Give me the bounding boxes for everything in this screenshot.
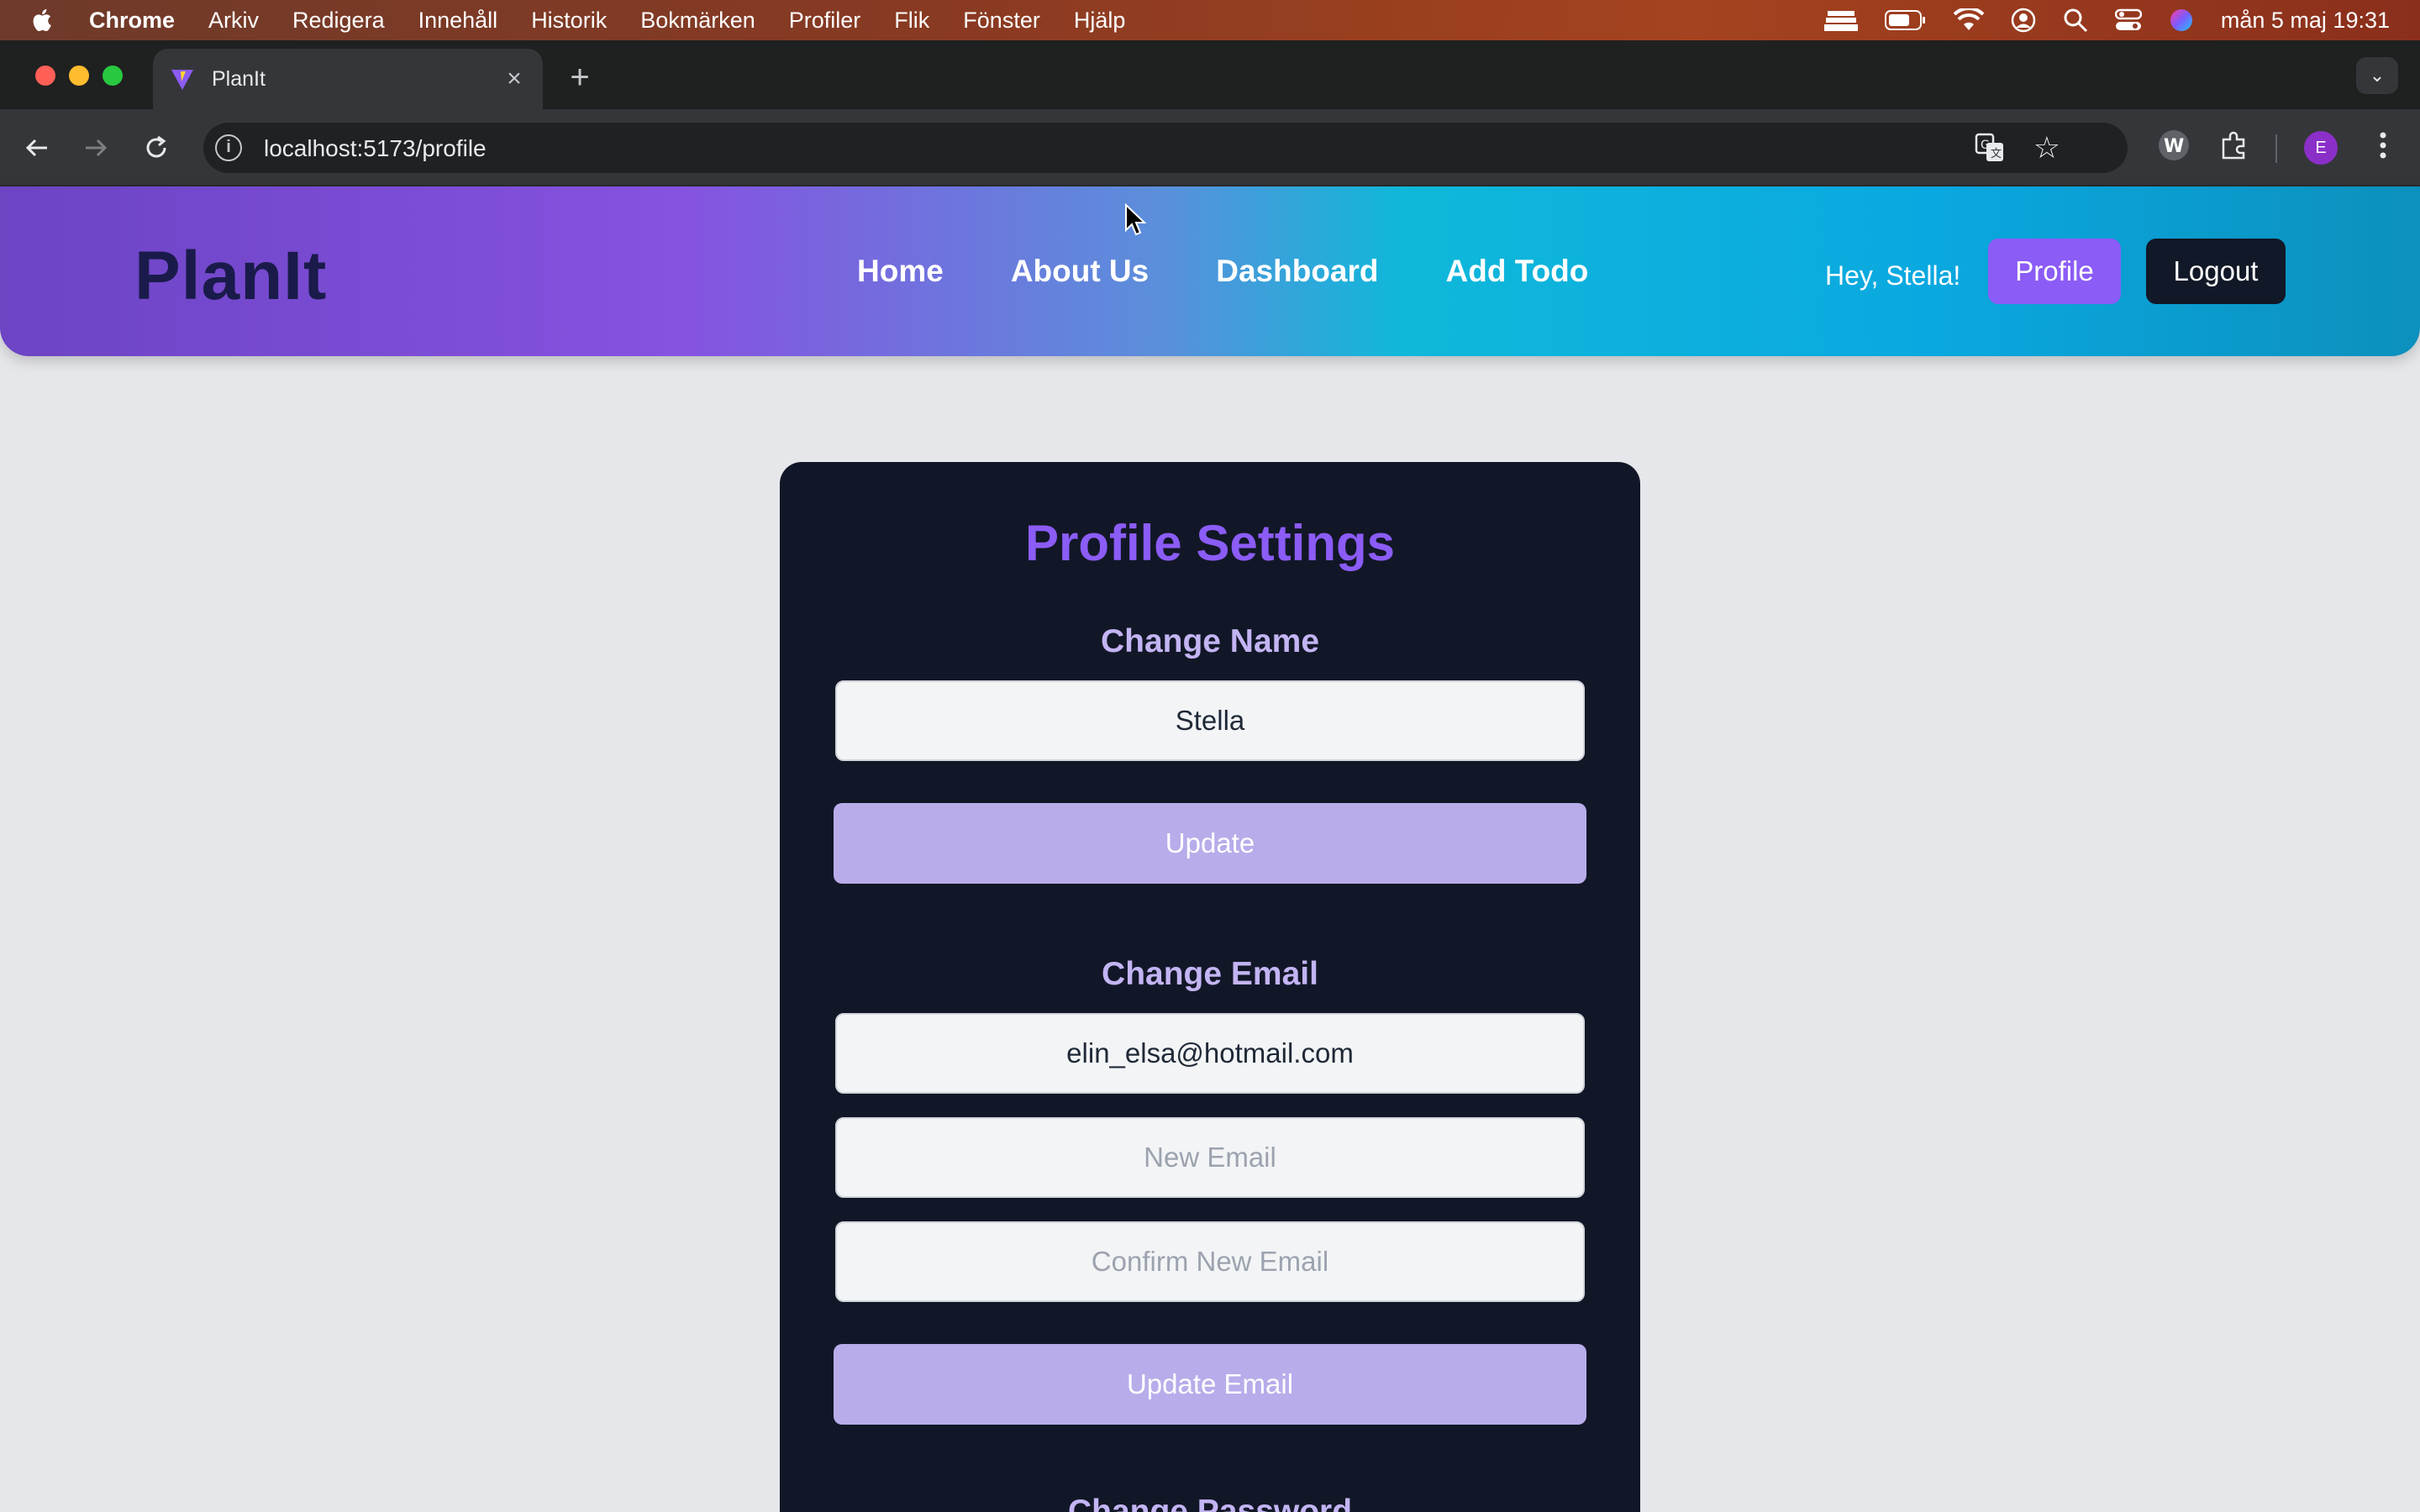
menu-bokmarken[interactable]: Bokmärken <box>640 8 755 34</box>
bookmark-star-icon[interactable]: ☆ <box>2033 131 2060 165</box>
user-greeting: Hey, Stella! <box>1825 260 1961 291</box>
current-email-input[interactable] <box>835 1013 1585 1094</box>
tab-search-chevron-icon[interactable]: ⌄ <box>2356 57 2398 94</box>
battery-icon[interactable] <box>1884 9 1927 31</box>
browser-tab-active[interactable]: PlanIt × <box>153 49 543 109</box>
confirm-email-input[interactable] <box>835 1221 1585 1302</box>
logout-button[interactable]: Logout <box>2146 239 2286 304</box>
site-info-icon[interactable]: i <box>215 134 242 161</box>
update-name-button[interactable]: Update <box>834 803 1586 884</box>
stacks-icon[interactable] <box>1823 8 1858 33</box>
address-bar[interactable]: i localhost:5173/profile G文 ☆ <box>203 123 2128 173</box>
menu-arkiv[interactable]: Arkiv <box>208 8 259 34</box>
nav-link-dashboard[interactable]: Dashboard <box>1216 254 1378 289</box>
new-email-input[interactable] <box>835 1117 1585 1198</box>
svg-text:W: W <box>2164 136 2184 157</box>
vite-favicon-icon <box>171 70 193 90</box>
svg-text:文: 文 <box>1991 148 2002 160</box>
menu-historik[interactable]: Historik <box>531 8 607 34</box>
tab-title: PlanIt <box>212 66 266 91</box>
wifi-icon[interactable] <box>1953 8 1984 32</box>
menu-redigera[interactable]: Redigera <box>292 8 385 34</box>
window-zoom-button[interactable] <box>103 66 123 86</box>
change-email-heading: Change Email <box>1102 956 1318 992</box>
menu-profiler[interactable]: Profiler <box>789 8 861 34</box>
update-email-button[interactable]: Update Email <box>834 1344 1586 1425</box>
menu-innehall[interactable]: Innehåll <box>418 8 498 34</box>
chrome-menu-kebab-icon[interactable] <box>2368 128 2398 163</box>
control-center-icon[interactable] <box>2114 8 2142 32</box>
user-account-icon[interactable] <box>2011 8 2036 33</box>
siri-icon[interactable] <box>2169 8 2194 33</box>
profile-settings-card: Profile Settings Change Name Update Chan… <box>780 462 1640 1512</box>
window-minimize-button[interactable] <box>69 66 89 86</box>
new-tab-button[interactable]: + <box>563 60 597 94</box>
change-password-heading: Change Password <box>1067 1494 1353 1512</box>
translate-icon[interactable]: G文 <box>1975 133 2005 163</box>
reload-icon[interactable] <box>141 133 171 163</box>
menu-flik[interactable]: Flik <box>894 8 929 34</box>
apple-icon[interactable] <box>29 6 57 34</box>
nav-link-about-us[interactable]: About Us <box>1011 254 1149 289</box>
window-close-button[interactable] <box>35 66 55 86</box>
change-name-heading: Change Name <box>1100 623 1320 659</box>
main-nav: Home About Us Dashboard Add Todo <box>857 254 1588 289</box>
nav-link-home[interactable]: Home <box>857 254 944 289</box>
menubar-clock[interactable]: mån 5 maj 19:31 <box>2221 8 2390 34</box>
menu-fonster[interactable]: Fönster <box>963 8 1040 34</box>
browser-profile-avatar[interactable]: E <box>2304 131 2338 165</box>
app-logo[interactable]: PlanIt <box>134 237 327 316</box>
menu-hjalp[interactable]: Hjälp <box>1074 8 1126 34</box>
search-icon[interactable] <box>2063 8 2088 33</box>
mouse-cursor-icon <box>1125 203 1147 236</box>
forward-arrow-icon[interactable] <box>81 133 111 163</box>
extension-w-icon[interactable]: W <box>2156 128 2191 163</box>
page-title: Profile Settings <box>1024 515 1396 571</box>
menu-app-name[interactable]: Chrome <box>89 8 175 34</box>
extensions-puzzle-icon[interactable] <box>2217 128 2252 163</box>
back-arrow-icon[interactable] <box>22 133 52 163</box>
tab-close-icon[interactable]: × <box>501 66 528 92</box>
macos-menu-bar: Chrome Arkiv Redigera Innehåll Historik … <box>0 0 2420 40</box>
address-url[interactable]: localhost:5173/profile <box>264 135 487 162</box>
svg-text:G: G <box>1981 139 1990 152</box>
toolbar-divider <box>2275 134 2277 163</box>
name-input[interactable] <box>835 680 1585 761</box>
app-header: PlanIt Home About Us Dashboard Add Todo … <box>0 186 2420 356</box>
profile-button[interactable]: Profile <box>1988 239 2121 304</box>
nav-link-add-todo[interactable]: Add Todo <box>1446 254 1589 289</box>
